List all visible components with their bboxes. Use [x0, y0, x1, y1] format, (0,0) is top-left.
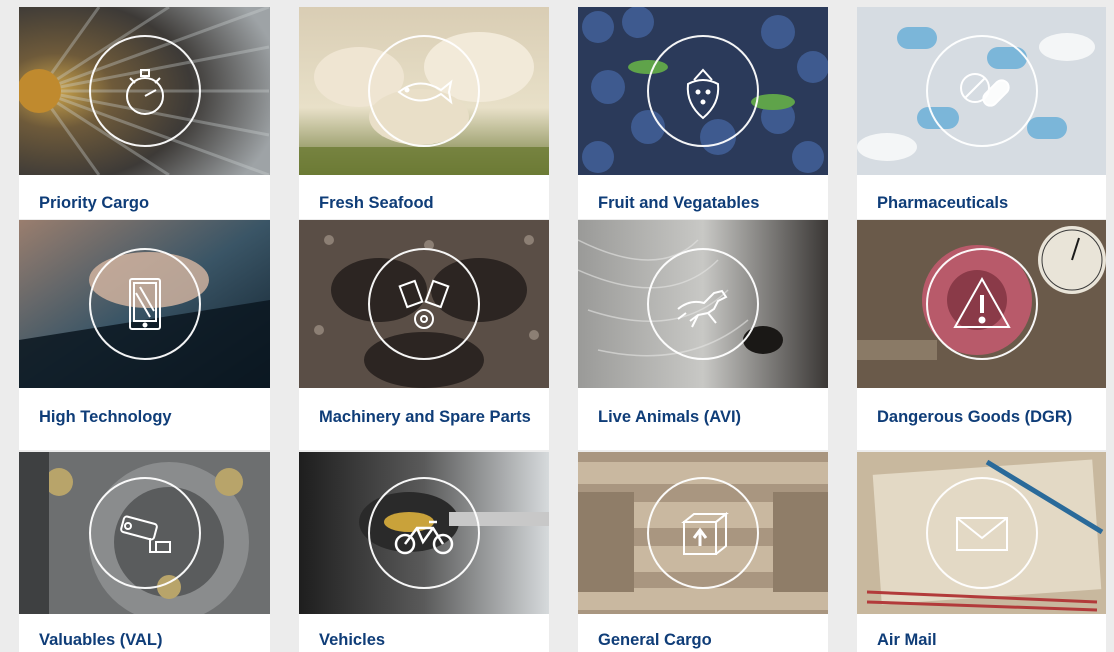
cargo-category-grid: Priority Cargo Fresh Seafood Fruit and V…	[0, 0, 1114, 652]
envelope-icon	[955, 517, 1008, 551]
icon-ring	[647, 248, 759, 360]
engine-icon	[398, 279, 450, 329]
icon-ring	[368, 477, 480, 589]
card-machinery-and-spare-parts[interactable]: Machinery and Spare Parts	[299, 220, 549, 450]
horse-icon	[677, 289, 728, 328]
motorcycle-icon	[394, 520, 454, 555]
card-title: Fruit and Vegatables	[598, 194, 760, 212]
security-camera-icon	[119, 515, 171, 553]
card-title: Dangerous Goods (DGR)	[877, 408, 1073, 426]
stopwatch-icon	[125, 69, 164, 115]
icon-ring	[647, 35, 759, 147]
card-photo	[299, 7, 549, 175]
card-title: Live Animals (AVI)	[598, 408, 742, 426]
card-photo	[19, 452, 270, 614]
card-title: High Technology	[39, 408, 172, 426]
card-photo	[857, 452, 1106, 614]
card-title: Pharmaceuticals	[877, 194, 1009, 212]
icon-ring	[925, 477, 1038, 589]
icon-ring	[88, 248, 201, 360]
icon-ring	[368, 35, 480, 147]
card-photo	[578, 7, 828, 175]
card-live-animals[interactable]: Live Animals (AVI)	[578, 220, 828, 450]
icon-ring	[925, 35, 1038, 147]
card-priority-cargo[interactable]: Priority Cargo	[19, 7, 270, 219]
card-title: Air Mail	[877, 631, 937, 649]
icon-ring	[88, 477, 201, 589]
strawberry-icon	[686, 68, 720, 120]
card-title: Vehicles	[319, 631, 386, 649]
card-dangerous-goods[interactable]: Dangerous Goods (DGR)	[857, 220, 1106, 450]
card-air-mail[interactable]: Air Mail	[857, 452, 1106, 652]
card-pharmaceuticals[interactable]: Pharmaceuticals	[857, 7, 1106, 219]
card-vehicles[interactable]: Vehicles	[299, 452, 549, 652]
card-fruit-and-vegatables[interactable]: Fruit and Vegatables	[578, 7, 828, 219]
card-high-technology[interactable]: High Technology	[19, 220, 270, 450]
card-title: Priority Cargo	[39, 194, 150, 212]
icon-ring	[368, 248, 480, 360]
card-title: Fresh Seafood	[319, 194, 434, 212]
card-photo	[299, 220, 549, 388]
icon-ring	[88, 35, 201, 147]
icon-ring	[925, 248, 1038, 360]
card-title: Machinery and Spare Parts	[319, 408, 531, 426]
fish-icon	[397, 79, 453, 105]
card-photo	[299, 452, 549, 614]
card-photo	[857, 7, 1106, 175]
pills-icon	[959, 73, 1010, 107]
tablet-icon	[128, 278, 161, 330]
card-fresh-seafood[interactable]: Fresh Seafood	[299, 7, 549, 219]
card-title: Valuables (VAL)	[39, 631, 163, 649]
package-icon	[681, 511, 729, 555]
card-valuables[interactable]: Valuables (VAL)	[19, 452, 270, 652]
card-photo	[578, 452, 828, 614]
card-photo	[857, 220, 1106, 388]
card-photo	[19, 220, 270, 388]
card-general-cargo[interactable]: General Cargo	[578, 452, 828, 652]
card-photo	[19, 7, 270, 175]
card-photo	[578, 220, 828, 388]
card-title: General Cargo	[598, 631, 712, 649]
warning-icon	[952, 276, 1011, 328]
icon-ring	[647, 477, 759, 589]
